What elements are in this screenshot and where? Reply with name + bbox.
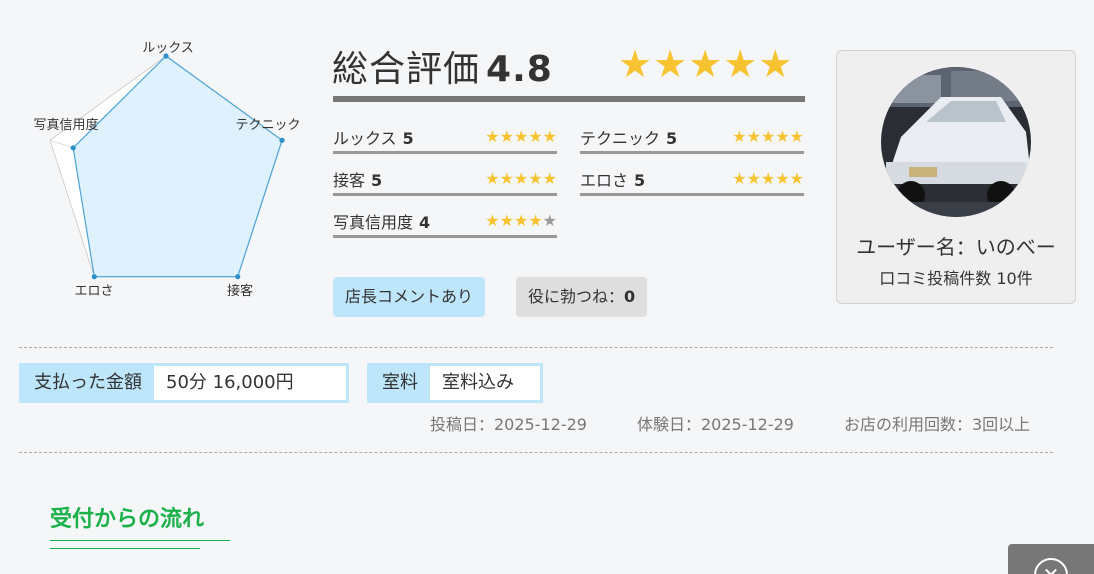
rating-stars: ★★★★★ [485,127,557,146]
divider-bottom [19,452,1053,453]
radar-point [235,274,241,280]
avatar[interactable] [881,67,1031,217]
rating-stars: ★★★★★ [732,127,804,146]
overall-stars: ★★★★★ [618,42,794,86]
radar-label-service: 接客 [227,283,253,299]
overall-score: 4.8 [486,49,553,90]
rating-stars: ★★★★★ [485,169,557,188]
radar-chart: ルックス テクニック 接客 エロさ 写真信用度 [33,41,300,299]
divider-top [19,347,1053,348]
radar-label-looks: ルックス [142,41,194,56]
rating-ero: エロさ 5 ★★★★★ [580,167,804,196]
reviewer-profile-card: ユーザー名：いのべー 口コミ投稿件数 10件 [836,50,1076,304]
payment-amount-box: 支払った金額 50分 16,000円 [19,363,349,403]
payment-amount-value: 50分 16,000円 [166,372,294,393]
room-fee-box: 室料 室料込み [367,363,543,403]
overall-divider [333,96,805,102]
rating-label: エロさ [580,171,629,190]
rating-score: 5 [371,171,383,190]
visit-date: 体験日：2025-12-29 [637,415,794,434]
rating-score: 5 [666,129,678,148]
rating-service: 接客 5 ★★★★★ [333,167,557,196]
manager-comment-badge[interactable]: 店長コメントあり [333,277,486,317]
radar-point [279,137,285,143]
radar-data-area [72,55,283,278]
rating-looks: ルックス 5 ★★★★★ [333,125,557,154]
helpful-count: 0 [624,287,636,306]
section-title-flow: 受付からの流れ [50,507,205,532]
overall-rating-title: 総合評価 4.8 [332,40,553,92]
radar-label-ero: エロさ [74,284,113,299]
rating-label: ルックス [333,129,397,148]
room-fee-label: 室料 [370,366,430,400]
close-tab[interactable]: ✕ [1008,544,1094,574]
room-fee-value: 室料込み [442,372,514,393]
radar-label-photo: 写真信用度 [33,117,98,133]
radar-point [70,145,76,151]
rating-score: 5 [402,129,414,148]
close-icon[interactable]: ✕ [1034,558,1068,574]
rating-score: 4 [419,213,431,232]
section-underline [50,540,230,541]
rating-label: 写真信用度 [333,213,414,232]
helpful-label: 役に勃つね： [528,287,625,306]
overall-label: 総合評価 [332,49,481,90]
section-underline [50,548,200,549]
reviewer-username[interactable]: ユーザー名：いのべー [837,231,1075,260]
rating-technique: テクニック 5 ★★★★★ [580,125,804,154]
rating-label: 接客 [333,171,366,190]
car-photo-icon [881,67,1031,217]
radar-point [91,274,97,280]
posted-date: 投稿日：2025-12-29 [430,415,587,434]
rating-score: 5 [634,171,646,190]
visit-count: お店の利用回数：3回以上 [844,415,1031,434]
rating-label: テクニック [580,129,661,148]
helpful-button[interactable]: 役に勃つね：0 [516,277,648,317]
payment-amount-label: 支払った金額 [22,366,154,400]
rating-photo-reliability: 写真信用度 4 ★★★★★ [333,209,557,238]
rating-stars: ★★★★★ [732,169,804,188]
radar-label-technique: テクニック [235,118,300,133]
reviewer-review-count: 口コミ投稿件数 10件 [879,269,1033,288]
rating-stars: ★★★★★ [485,211,557,230]
